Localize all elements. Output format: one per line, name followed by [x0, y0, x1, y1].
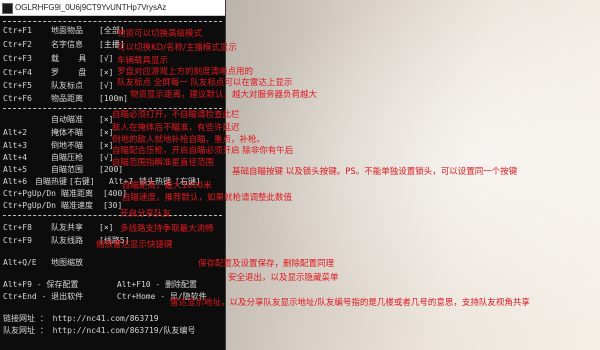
- aim-key: Ctr+PgUp/Dn: [3, 201, 56, 210]
- annotation-team-route: 多线路支持争取最大流畅: [120, 224, 214, 234]
- team-key: Ctr+F8: [3, 223, 32, 232]
- annotation-aim-speed: 自瞄速度，推荐默认，如果就枪请调整此数值: [122, 193, 293, 203]
- hotkey-key: Ctr+F4: [3, 68, 32, 77]
- annotation-aim-hotkeys: 基础自瞄按键 以及锁头按键。PS。不能单独设置锁头，可以设置同一个按键: [232, 167, 518, 177]
- aim-label: 自瞄压枪: [51, 153, 83, 162]
- hotkey-key: Ctr+F6: [3, 94, 32, 103]
- annotation-auto-aim: 自瞄必须打开，不自瞄请检查此栏: [112, 110, 240, 120]
- annotation-downed: 倒地的敌人就地补枪自瞄，重点，补枪。: [112, 135, 266, 145]
- hotkey-label: 罗 盘: [51, 68, 87, 77]
- window-titlebar[interactable]: OGLRHFG9l_0U6j9CT9YvUNTHp7VrysAz: [0, 0, 225, 16]
- annotation-config-save: 保存配置及设置保存，删除配置同理: [198, 259, 335, 269]
- aim-key: Alt+4: [3, 153, 28, 162]
- link-row-team: 队友网址 ： http://nc41.com/863719/队友编号: [3, 326, 196, 335]
- aim-key: Alt+3: [3, 141, 28, 150]
- hotkey-label: 名字信息: [51, 40, 83, 49]
- link-row-radar: 链接网址 ： http://nc41.com/863719: [3, 314, 159, 323]
- aim-label: 倒地不瞄: [51, 141, 83, 150]
- hotkey-label: 物品距离: [51, 94, 83, 103]
- annotation-vehicle: 车辆载具显示: [117, 56, 169, 66]
- hotkey-value: [√]: [99, 81, 114, 90]
- separator: [3, 21, 222, 23]
- annotation-radar-zoom: 缩放雷达显示快捷键: [96, 240, 173, 250]
- aim-label: 掩体不瞄: [51, 128, 83, 137]
- annotation-config-exit: 安全退出，以及显示隐藏菜单: [228, 273, 339, 283]
- hotkey-key: Ctr+F1: [3, 26, 32, 35]
- hotkey-key: Ctr+F5: [3, 81, 32, 90]
- aim-label: 自动瞄准: [51, 115, 83, 124]
- hotkey-label: 地面物品: [51, 26, 83, 35]
- annotation-item-distance: 物资显示距离，建议默认，越大对服务器负荷越大: [130, 90, 318, 100]
- annotation-aim-distance: 自瞄距离，最大1000米: [122, 181, 212, 191]
- aim-key: Alt+5: [3, 165, 28, 174]
- hotkey-key: Ctr+F2: [3, 40, 32, 49]
- annotation-team-share: 开启分享队友: [120, 209, 172, 219]
- annotation-aim-range: 自瞄范围指瞬准星直径范围: [112, 158, 215, 168]
- config-row-save: Alt+F9 - 保存配置 Alt+F10 - 删除配置: [3, 280, 198, 289]
- separator: [3, 215, 222, 217]
- aim-value: [右键]: [69, 177, 95, 186]
- hotkey-label: 队友标点: [51, 81, 83, 90]
- annotation-compass: 罗盘对应游戏上方的刻度清晰点用的: [117, 67, 254, 77]
- team-label: 队友线路: [51, 236, 83, 245]
- annotation-ground-items: 物资可以切换高级模式: [117, 29, 203, 39]
- annotation-cover: 敌人在掩体后不瞄准，有些许延迟: [112, 123, 240, 133]
- hotkey-value: [×]: [99, 68, 114, 77]
- aim-label: 自瞄范围: [51, 165, 83, 174]
- console-app-icon: [2, 3, 13, 14]
- hotkey-value: [√]: [99, 54, 114, 63]
- annotation-recoil: 自瞄配合压枪，开启自瞄必须开启 除非你有午后: [112, 146, 294, 156]
- team-key: Ctr+F9: [3, 236, 32, 245]
- hotkey-value: [100m]: [99, 94, 128, 103]
- aim-key: Alt+6: [3, 177, 28, 186]
- team-label: 队友共享: [51, 223, 83, 232]
- radar-label: 地图缩放: [51, 258, 83, 267]
- aim-label: 瞄准速度: [61, 201, 93, 210]
- annotation-name-info: 可以切换KD/名称/主播模式显示: [117, 43, 237, 53]
- window-title: OGLRHFG9l_0U6j9CT9YvUNTHp7VrysAz: [15, 3, 167, 12]
- hotkey-label: 载 具: [51, 54, 87, 63]
- hotkey-key: Ctr+F3: [3, 54, 32, 63]
- radar-key: Alt+Q/E: [3, 258, 37, 267]
- annotation-links: 雷达显示地址，以及分享队友显示地址/队友编号指的是几楼或者几号的意思，支持队友视…: [170, 298, 530, 308]
- aim-key: Ctr+PgUp/Dn: [3, 189, 56, 198]
- aim-label: 自瞄热键: [35, 177, 67, 186]
- annotation-team-mark: 队友标点 全屏每一 队友标点可以在雷达上显示: [117, 78, 293, 88]
- team-value: [×]: [99, 223, 114, 232]
- aim-key: Alt+2: [3, 128, 28, 137]
- aim-label: 瞄准距离: [61, 189, 93, 198]
